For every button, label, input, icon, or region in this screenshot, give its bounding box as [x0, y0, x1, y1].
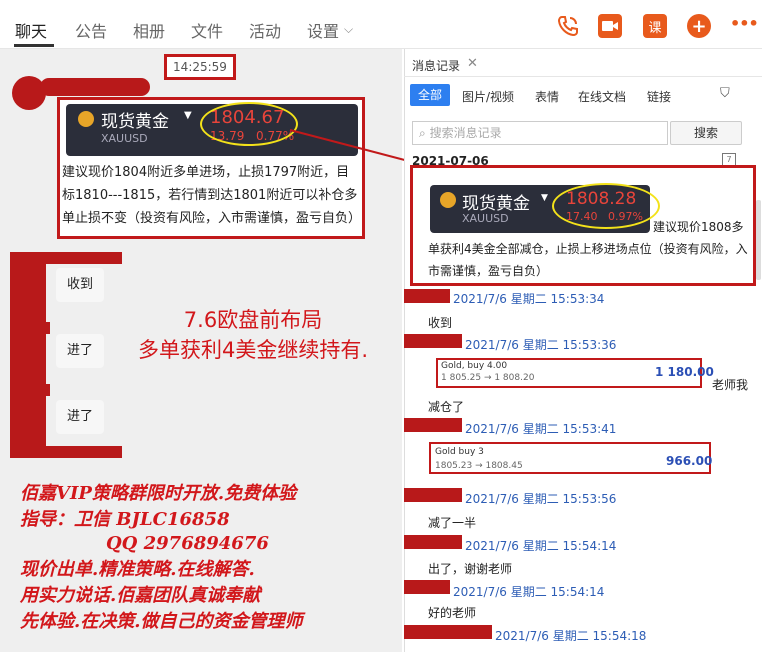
trade-amount: 1 180.00	[655, 365, 714, 379]
history-title: 消息记录	[412, 59, 461, 73]
filter-icon[interactable]: ⛉	[720, 86, 730, 101]
history-signal-text-b: 单获利4美金全部减仓，止损上移进场点位（投资有风险，入市需谨慎，盈亏自负）	[428, 242, 748, 278]
entry-text: 好的老师	[428, 606, 477, 620]
entry-text: 减了一半	[428, 516, 477, 530]
search-icon: ⌕	[419, 126, 426, 140]
entry-text: 收到	[428, 316, 453, 330]
entry-text: 出了，谢谢老师	[428, 562, 513, 576]
filter-docs[interactable]: 在线文档	[578, 88, 626, 105]
filter-media[interactable]: 图片/视频	[462, 88, 514, 105]
entry-timestamp: 2021/7/6 星期二 15:53:41	[465, 422, 617, 436]
redacted-name	[404, 334, 462, 348]
filter-emoji[interactable]: 表情	[535, 88, 559, 105]
entry-timestamp: 2021/7/6 星期二 15:53:56	[465, 492, 617, 506]
caret-down-icon: ▼	[541, 193, 548, 203]
redacted-name	[404, 488, 462, 502]
filter-links[interactable]: 链接	[647, 88, 671, 105]
search-button[interactable]: 搜索	[670, 121, 742, 145]
close-icon[interactable]: ✕	[467, 56, 478, 71]
redacted-name	[404, 535, 462, 549]
trade-side-text: 老师我	[712, 378, 749, 392]
entry-text: 减仓了	[428, 400, 465, 414]
trade-line-2: 1 805.25 → 1 808.20	[441, 373, 535, 383]
history-search-input[interactable]: ⌕ 搜索消息记录	[412, 121, 668, 145]
trade-line-1: Gold buy 3	[435, 447, 484, 457]
entry-timestamp: 2021/7/6 星期二 15:54:18	[495, 629, 647, 643]
redacted-name	[404, 418, 462, 432]
filter-all[interactable]: 全部	[410, 84, 450, 106]
redacted-name	[404, 580, 450, 594]
highlight-ellipse	[552, 183, 660, 229]
redacted-name	[404, 289, 450, 303]
entry-timestamp: 2021/7/6 星期二 15:53:34	[453, 292, 605, 306]
gold-coin-icon	[440, 192, 456, 208]
divider	[404, 76, 762, 77]
redacted-name	[404, 625, 492, 639]
gold-card-code: XAUUSD	[462, 212, 509, 225]
history-signal-text-a: 建议现价1808多	[653, 220, 744, 234]
entry-timestamp: 2021/7/6 星期二 15:53:36	[465, 338, 617, 352]
trade-line-1: Gold, buy 4.00	[441, 361, 508, 371]
entry-timestamp: 2021/7/6 星期二 15:54:14	[465, 539, 617, 553]
history-scrollbar[interactable]	[756, 200, 761, 280]
gold-card-title: 现货黄金	[462, 194, 530, 214]
trade-amount: 966.00	[666, 454, 713, 468]
trade-line-2: 1805.23 → 1808.45	[435, 461, 523, 471]
entry-timestamp: 2021/7/6 星期二 15:54:14	[453, 585, 605, 599]
